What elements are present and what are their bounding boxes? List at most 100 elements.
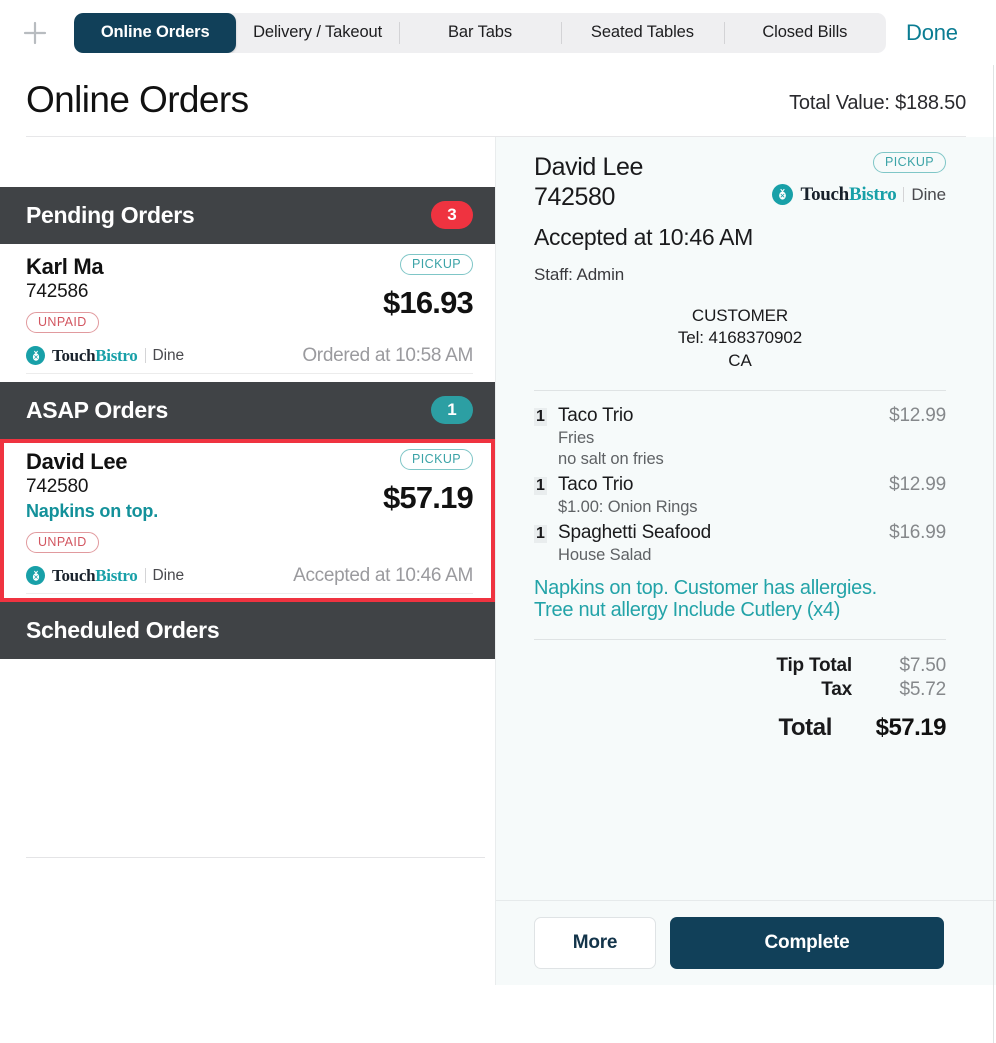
window-right-border — [993, 65, 994, 1043]
brand-product-label: Dine — [152, 346, 185, 364]
receipt-item: 1 Taco Trio $12.99 $1.00: Onion Rings — [534, 474, 946, 518]
item-price: $12.99 — [889, 405, 946, 427]
receipt-accepted-time: Accepted at 10:46 AM — [534, 223, 754, 250]
order-amount: $16.93 — [382, 284, 474, 320]
receipt-totals: Tip Total $7.50 Tax $5.72 Total $57.19 — [534, 654, 946, 742]
brand-divider — [903, 187, 905, 203]
plus-icon — [22, 20, 48, 46]
tab-label: Delivery / Takeout — [253, 23, 383, 41]
grand-total-value: $57.19 — [875, 713, 947, 741]
receipt-totals-divider — [534, 639, 946, 641]
total-value-label: Total Value: $188.50 — [789, 91, 966, 114]
order-number: 742580 — [26, 476, 89, 498]
status-badge-pickup: PICKUP — [400, 448, 473, 470]
total-row-grand: Total $57.19 — [534, 713, 946, 742]
item-name: Taco Trio — [558, 474, 634, 496]
order-list-item-karl-ma[interactable]: Karl Ma 742586 UNPAID PICKUP $16.93 Touc… — [0, 243, 495, 382]
item-quantity: 1 — [534, 408, 547, 427]
item-modifier: $1.00: Onion Rings — [558, 498, 698, 517]
brand-product-label: Dine — [152, 566, 185, 584]
tab-label: Bar Tabs — [448, 23, 513, 41]
receipt-item: 1 Taco Trio $12.99 Fries no salt on frie… — [534, 405, 946, 470]
receipt-customer-name: David Lee — [534, 152, 643, 181]
brand-word-touch: Touch — [800, 183, 849, 205]
group-title: Pending Orders — [26, 201, 195, 228]
group-title: Scheduled Orders — [26, 616, 220, 643]
list-divider — [26, 856, 485, 858]
order-timestamp: Accepted at 10:46 AM — [293, 564, 473, 586]
touchbistro-logo: TouchBistro Dine — [26, 346, 184, 366]
item-quantity: 1 — [534, 525, 547, 544]
done-button[interactable]: Done — [906, 20, 958, 46]
status-badge-unpaid: UNPAID — [26, 311, 99, 333]
note-line-2: Tree nut allergy Include Cutlery (x4) — [534, 598, 841, 621]
tab-label: Seated Tables — [590, 23, 694, 41]
group-count-badge: 3 — [431, 201, 473, 230]
receipt-item: 1 Spaghetti Seafood $16.99 House Salad — [534, 522, 946, 566]
tab-closed-bills[interactable]: Closed Bills — [723, 13, 886, 53]
receipt-order-number: 742580 — [534, 183, 616, 212]
customer-phone: Tel: 4168370902 — [677, 328, 803, 348]
group-header-scheduled-orders[interactable]: Scheduled Orders — [0, 601, 495, 659]
brand-word-bistro: Bistro — [95, 565, 138, 585]
add-tab-button[interactable] — [14, 12, 56, 54]
status-badge-pickup: PICKUP — [873, 151, 946, 173]
touchbistro-mark-icon — [26, 566, 45, 586]
touchbistro-wordmark: TouchBistro — [52, 566, 138, 586]
receipt-customer-block: CUSTOMER Tel: 4168370902 CA — [534, 305, 946, 372]
total-value: $7.50 — [899, 655, 946, 677]
item-quantity: 1 — [534, 477, 547, 496]
order-detail-pane: David Lee 742580 Accepted at 10:46 AM St… — [495, 136, 996, 985]
brand-word-bistro: Bistro — [95, 345, 138, 365]
tab-online-orders[interactable]: Online Orders — [74, 12, 237, 53]
tab-bar-tabs[interactable]: Bar Tabs — [398, 13, 561, 53]
group-header-pending-orders[interactable]: Pending Orders 3 — [0, 186, 495, 244]
item-modifier: no salt on fries — [558, 450, 664, 469]
complete-button[interactable]: Complete — [670, 916, 944, 969]
brand-word-touch: Touch — [52, 345, 96, 365]
item-name: Taco Trio — [558, 405, 634, 427]
tab-label: Online Orders — [100, 23, 210, 41]
order-note: Napkins on top. — [26, 501, 159, 522]
group-count-badge: 1 — [431, 396, 473, 425]
order-amount: $57.19 — [382, 479, 474, 515]
note-line-1: Napkins on top. Customer has allergies. — [534, 576, 877, 599]
top-tab-bar: Online Orders Delivery / Takeout Bar Tab… — [0, 0, 996, 65]
order-customer-name: Karl Ma — [26, 253, 104, 279]
order-list-item-david-lee[interactable]: David Lee 742580 Napkins on top. UNPAID … — [0, 438, 495, 602]
more-button[interactable]: More — [534, 916, 656, 969]
brand-divider — [144, 348, 146, 364]
order-list-pane: Pending Orders 3 Karl Ma 742586 UNPAID P… — [0, 136, 495, 985]
tab-label: Closed Bills — [762, 23, 848, 41]
order-customer-name: David Lee — [26, 448, 128, 474]
receipt-action-bar: More Complete — [496, 899, 996, 985]
main-split: Pending Orders 3 Karl Ma 742586 UNPAID P… — [0, 136, 996, 985]
page-header: Online Orders Total Value: $188.50 — [0, 65, 996, 137]
group-title: ASAP Orders — [26, 396, 168, 423]
tab-seated-tables[interactable]: Seated Tables — [561, 13, 723, 53]
touchbistro-logo: TouchBistro Dine — [772, 184, 946, 206]
touchbistro-wordmark: TouchBistro — [800, 184, 896, 206]
item-modifier: Fries — [558, 429, 595, 448]
total-label: Tax — [821, 678, 852, 700]
segmented-tabs: Online Orders Delivery / Takeout Bar Tab… — [74, 12, 886, 53]
order-timestamp: Ordered at 10:58 AM — [302, 344, 473, 366]
customer-heading: CUSTOMER — [691, 305, 789, 325]
receipt-divider — [534, 390, 946, 392]
customer-region: CA — [728, 350, 752, 370]
group-header-asap-orders[interactable]: ASAP Orders 1 — [0, 381, 495, 439]
total-value: $5.72 — [899, 678, 946, 700]
order-number: 742586 — [26, 281, 89, 303]
touchbistro-mark-icon — [26, 346, 45, 366]
grand-total-label: Total — [778, 713, 832, 741]
brand-word-touch: Touch — [52, 565, 96, 585]
brand-product-label: Dine — [911, 184, 946, 204]
touchbistro-wordmark: TouchBistro — [52, 346, 138, 366]
item-price: $16.99 — [889, 522, 946, 544]
brand-word-bistro: Bistro — [848, 183, 897, 205]
status-badge-pickup: PICKUP — [400, 253, 473, 275]
page-title: Online Orders — [26, 79, 249, 120]
touchbistro-logo: TouchBistro Dine — [26, 566, 184, 586]
tab-delivery-takeout[interactable]: Delivery / Takeout — [236, 13, 398, 53]
status-badge-unpaid: UNPAID — [26, 531, 99, 553]
